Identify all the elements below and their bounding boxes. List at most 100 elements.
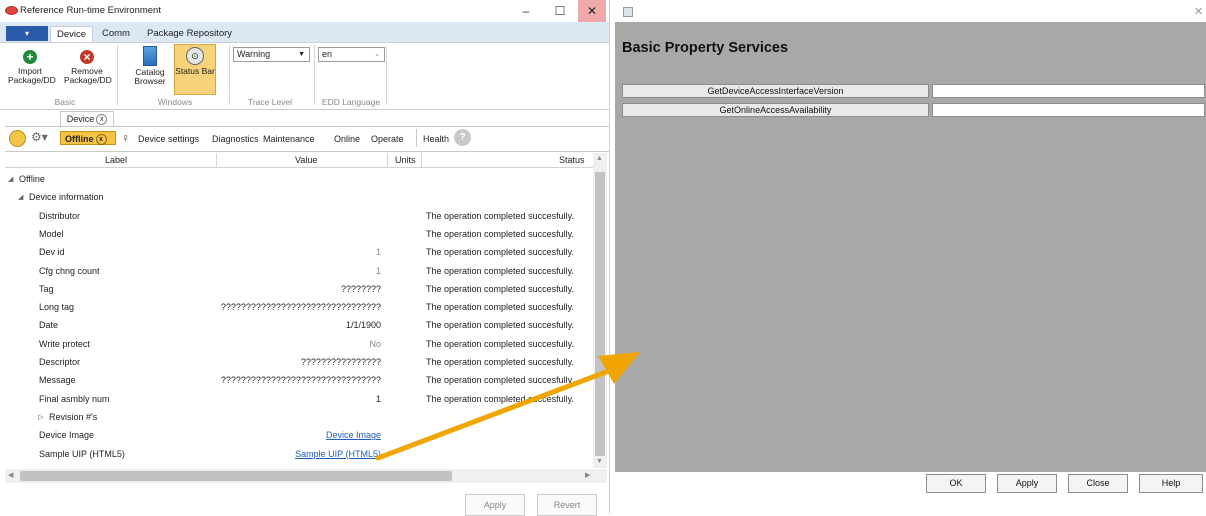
connection-icon[interactable] xyxy=(9,130,26,147)
menu-online[interactable]: Online xyxy=(334,134,360,144)
group-label-basic: Basic xyxy=(54,97,76,107)
health-status-icon[interactable]: ? xyxy=(454,129,471,146)
close-offline-icon[interactable]: x xyxy=(95,134,107,146)
minimize-button[interactable]: – xyxy=(512,0,540,22)
row-value-link[interactable]: Sample UIP (HTML5) xyxy=(295,449,381,459)
catalog-icon xyxy=(143,46,157,66)
row-label: Device Image xyxy=(39,430,95,441)
trace-level-value: Warning xyxy=(237,49,271,59)
gear-icon[interactable]: ⚙▾ xyxy=(31,130,48,144)
table-row[interactable]: ◢ Offline xyxy=(5,170,591,188)
menu-device-settings[interactable]: Device settings xyxy=(138,134,199,144)
table-row[interactable]: Distributor The operation completed succe… xyxy=(5,207,591,225)
table-row[interactable]: Date 1/1/1900 The operation completed succ… xyxy=(5,316,591,334)
menu-operate[interactable]: Operate xyxy=(371,134,404,144)
row-label: Write protect xyxy=(39,338,90,349)
column-divider xyxy=(421,153,422,167)
row-value: ???????????????????????????????? xyxy=(220,375,381,386)
row-status: The operation completed succesfully. xyxy=(426,265,574,276)
status-bar-icon: ⊙ xyxy=(186,47,204,65)
tab-device-document[interactable]: Device x xyxy=(60,111,114,126)
device-access-interface-version-field[interactable] xyxy=(932,84,1205,98)
status-bar-toggle[interactable]: ⊙ Status Bar xyxy=(174,44,216,95)
pin-icon[interactable]: ♀ xyxy=(121,131,130,145)
menu-maintenance[interactable]: Maintenance xyxy=(263,134,315,144)
dialog-close-button[interactable]: Close xyxy=(1068,474,1128,493)
row-label: Descriptor xyxy=(39,357,81,367)
get-online-access-availability-button[interactable]: GetOnlineAccessAvailability xyxy=(622,103,929,117)
row-status: The operation completed succesfully. xyxy=(426,283,574,294)
row-label: Revision #'s xyxy=(49,411,98,422)
chevron-down-icon: ⌄ xyxy=(374,51,380,58)
tab-comm[interactable]: Comm xyxy=(96,26,136,42)
column-header-status[interactable]: Status xyxy=(559,155,585,165)
menu-health[interactable]: Health xyxy=(423,134,449,144)
column-divider xyxy=(216,153,217,167)
column-header-units[interactable]: Units xyxy=(395,155,416,165)
window-title: Reference Run-time Environment xyxy=(20,5,161,16)
scroll-up-icon[interactable]: ▲ xyxy=(596,155,603,162)
table-row[interactable]: Model The operation completed succesfully… xyxy=(5,225,591,243)
ribbon-divider xyxy=(229,45,230,105)
dialog-close-icon[interactable]: ✕ xyxy=(1194,5,1203,18)
column-divider xyxy=(387,153,388,167)
online-access-availability-field[interactable] xyxy=(932,103,1205,117)
row-value: 1 xyxy=(375,265,381,276)
table-row[interactable]: Cfg chng count 1 The operation completed s… xyxy=(5,262,591,280)
row-status: The operation completed succesfully. xyxy=(426,320,574,331)
ribbon-divider xyxy=(314,45,315,105)
dropdown-arrow-icon: ▼ xyxy=(298,51,305,58)
menu-diagnostics[interactable]: Diagnostics xyxy=(212,134,259,144)
catalog-browser-button[interactable]: Catalog Browser xyxy=(130,46,170,86)
row-label: Final asmbly num xyxy=(39,393,110,404)
row-status: The operation completed succesfully. xyxy=(426,302,574,313)
close-window-button[interactable]: ✕ xyxy=(578,0,606,22)
remove-package-button[interactable]: × Remove Package/DD xyxy=(64,50,112,85)
row-label: Dev id xyxy=(39,247,65,258)
title-bar: Reference Run-time Environment – ☐ ✕ xyxy=(0,0,609,22)
horizontal-scroll-thumb[interactable] xyxy=(20,471,452,481)
close-tab-icon[interactable]: x xyxy=(96,114,108,126)
table-row[interactable]: Tag???????? The operation completed succe… xyxy=(5,280,591,298)
table-row[interactable]: Dev id 1 The operation completed succesful… xyxy=(5,243,591,261)
trace-level-select[interactable]: Warning ▼ xyxy=(233,47,310,62)
offline-button[interactable]: Offline x xyxy=(60,131,116,146)
tab-device[interactable]: Device xyxy=(50,26,94,43)
column-header-label[interactable]: Label xyxy=(105,155,127,165)
import-package-button[interactable]: + Import Package/DD xyxy=(8,50,56,85)
row-value: ???????????????? xyxy=(300,357,381,367)
table-row[interactable]: Long tag????????????????????????????????… xyxy=(5,298,591,316)
row-label: Device information xyxy=(29,192,104,203)
scroll-right-icon[interactable]: ▶ xyxy=(585,471,590,479)
expand-arrow-icon[interactable]: ▷ xyxy=(38,413,43,421)
row-value: ???????? xyxy=(340,283,381,294)
column-header-value[interactable]: Value xyxy=(295,155,317,165)
scroll-left-icon[interactable]: ◀ xyxy=(8,471,13,479)
ok-button[interactable]: OK xyxy=(926,474,986,493)
file-menu-button[interactable]: ▾ xyxy=(6,26,48,41)
row-status: The operation completed succesfully. xyxy=(426,228,574,239)
row-label: Message xyxy=(39,375,76,386)
row-label: Model xyxy=(39,228,64,239)
dialog-apply-button[interactable]: Apply xyxy=(997,474,1057,493)
status-bar-label: Status Bar xyxy=(175,66,215,76)
help-button[interactable]: Help xyxy=(1139,474,1203,493)
get-device-access-interface-version-button[interactable]: GetDeviceAccessInterfaceVersion xyxy=(622,84,929,98)
catalog-browser-label: Catalog Browser xyxy=(134,67,166,86)
edd-language-value: en xyxy=(322,49,333,59)
dialog-title: Basic Property Services xyxy=(622,40,789,56)
edd-language-select[interactable]: en ⌄ xyxy=(318,47,385,62)
row-value: ???????????????????????????????? xyxy=(220,302,381,313)
row-label: Tag xyxy=(39,283,54,294)
maximize-button[interactable]: ☐ xyxy=(546,0,574,22)
collapse-arrow-icon[interactable]: ◢ xyxy=(18,193,23,201)
collapse-arrow-icon[interactable]: ◢ xyxy=(8,175,13,183)
remove-icon: × xyxy=(80,50,94,64)
row-status: The operation completed succesfully. xyxy=(426,247,574,258)
doc-tab-label: Device xyxy=(66,114,95,124)
dialog-window-icon xyxy=(623,7,633,17)
row-label: Sample UIP (HTML5) xyxy=(39,448,125,459)
import-package-label: Import Package/DD xyxy=(8,66,56,85)
table-row[interactable]: ◢ Device information xyxy=(5,188,591,206)
tab-package-repository[interactable]: Package Repository xyxy=(141,26,238,42)
